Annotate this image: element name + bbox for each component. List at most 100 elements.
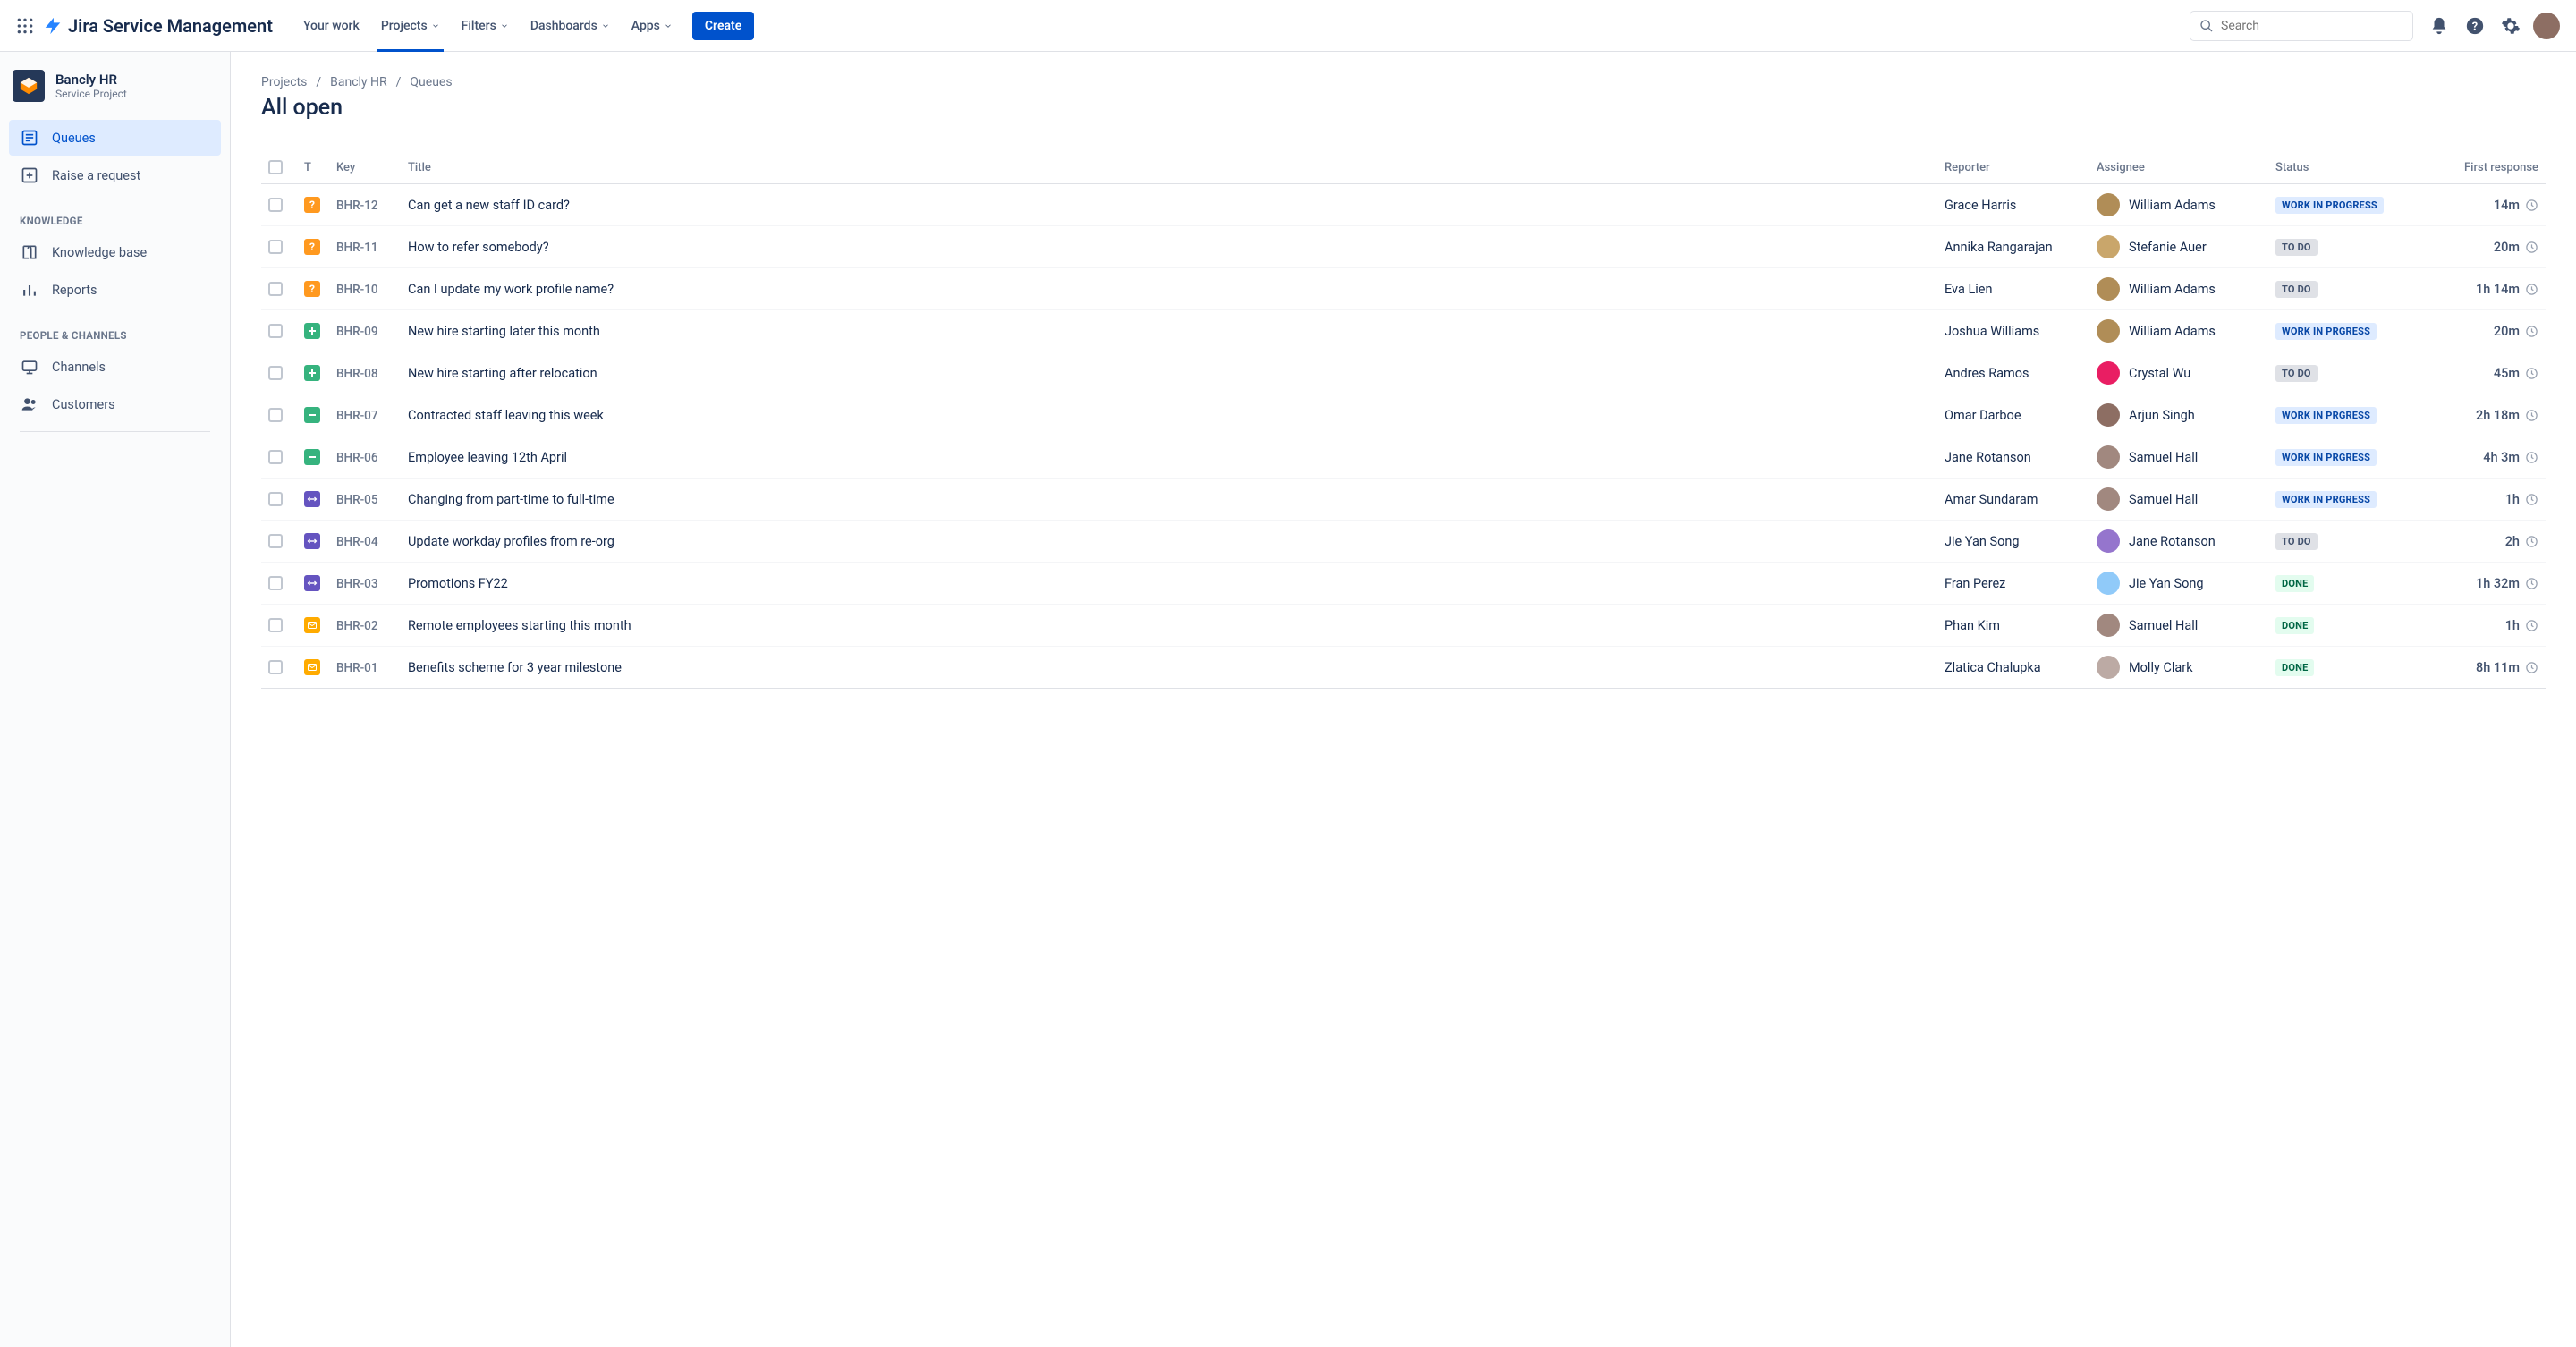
status-badge[interactable]: TO DO xyxy=(2275,533,2318,550)
status-badge[interactable]: WORK IN PRGRESS xyxy=(2275,407,2377,424)
column-header[interactable]: Reporter xyxy=(1937,151,2089,184)
column-header[interactable]: T xyxy=(297,151,329,184)
table-row[interactable]: ?BHR-12Can get a new staff ID card?Grace… xyxy=(261,184,2546,226)
table-row[interactable]: ?BHR-11How to refer somebody?Annika Rang… xyxy=(261,226,2546,268)
issue-key[interactable]: BHR-08 xyxy=(336,367,378,381)
assignee-avatar xyxy=(2097,487,2120,511)
sidebar-item-channels[interactable]: Channels xyxy=(9,349,221,385)
column-header[interactable]: Status xyxy=(2268,151,2429,184)
status-badge[interactable]: WORK IN PRGRESS xyxy=(2275,449,2377,466)
issue-title[interactable]: Benefits scheme for 3 year milestone xyxy=(401,647,1937,689)
issue-key[interactable]: BHR-02 xyxy=(336,619,378,633)
issue-key[interactable]: BHR-01 xyxy=(336,661,378,675)
status-badge[interactable]: TO DO xyxy=(2275,239,2318,256)
nav-item-dashboards[interactable]: Dashboards xyxy=(521,1,619,51)
select-all-checkbox[interactable] xyxy=(268,160,283,174)
sidebar-item-reports[interactable]: Reports xyxy=(9,272,221,308)
project-header[interactable]: Bancly HR Service Project xyxy=(9,70,221,120)
status-badge[interactable]: DONE xyxy=(2275,575,2314,592)
row-checkbox[interactable] xyxy=(268,198,283,212)
row-checkbox[interactable] xyxy=(268,282,283,296)
status-badge[interactable]: DONE xyxy=(2275,659,2314,676)
column-header[interactable]: Assignee xyxy=(2089,151,2268,184)
status-badge[interactable]: TO DO xyxy=(2275,281,2318,298)
issue-key[interactable]: BHR-11 xyxy=(336,241,378,255)
sidebar-item-raise-a-request[interactable]: Raise a request xyxy=(9,157,221,193)
status-badge[interactable]: TO DO xyxy=(2275,365,2318,382)
sidebar-item-queues[interactable]: Queues xyxy=(9,120,221,156)
issue-key[interactable]: BHR-05 xyxy=(336,493,378,507)
column-header[interactable] xyxy=(261,151,297,184)
column-header[interactable]: Title xyxy=(401,151,1937,184)
table-row[interactable]: BHR-08 New hire starting after relocation… xyxy=(261,352,2546,394)
breadcrumb-link[interactable]: Projects xyxy=(261,75,307,89)
issue-type-minus-icon xyxy=(304,449,320,465)
status-badge[interactable]: WORK IN PROGRESS xyxy=(2275,197,2384,214)
table-row[interactable]: BHR-01 Benefits scheme for 3 year milesto… xyxy=(261,647,2546,689)
issue-key[interactable]: BHR-09 xyxy=(336,325,378,339)
nav-item-filters[interactable]: Filters xyxy=(453,1,518,51)
issue-title[interactable]: Can I update my work profile name? xyxy=(401,268,1937,310)
status-badge[interactable]: WORK IN PRGRESS xyxy=(2275,323,2377,340)
sidebar-item-knowledge-base[interactable]: Knowledge base xyxy=(9,234,221,270)
row-checkbox[interactable] xyxy=(268,366,283,380)
search-box[interactable] xyxy=(2190,11,2413,41)
issue-key[interactable]: BHR-12 xyxy=(336,199,378,213)
status-badge[interactable]: DONE xyxy=(2275,617,2314,634)
breadcrumb-link[interactable]: Queues xyxy=(410,75,452,89)
row-checkbox[interactable] xyxy=(268,240,283,254)
issue-title[interactable]: How to refer somebody? xyxy=(401,226,1937,268)
notifications-icon[interactable] xyxy=(2424,11,2454,41)
nav-item-apps[interactable]: Apps xyxy=(623,1,682,51)
issue-key[interactable]: BHR-03 xyxy=(336,577,378,591)
issue-key[interactable]: BHR-06 xyxy=(336,451,378,465)
table-row[interactable]: BHR-04 Update workday profiles from re-or… xyxy=(261,521,2546,563)
nav-item-projects[interactable]: Projects xyxy=(372,1,449,51)
nav-item-label: Your work xyxy=(303,6,360,46)
issue-key[interactable]: BHR-10 xyxy=(336,283,378,297)
row-checkbox[interactable] xyxy=(268,576,283,590)
issue-title[interactable]: Remote employees starting this month xyxy=(401,605,1937,647)
column-header[interactable]: Key xyxy=(329,151,401,184)
app-switcher-icon[interactable] xyxy=(14,15,36,37)
issue-title[interactable]: Promotions FY22 xyxy=(401,563,1937,605)
table-row[interactable]: BHR-09 New hire starting later this month… xyxy=(261,310,2546,352)
issue-title[interactable]: Can get a new staff ID card? xyxy=(401,184,1937,226)
reporter-name: Omar Darboe xyxy=(1937,394,2089,436)
issue-title[interactable]: Update workday profiles from re-org xyxy=(401,521,1937,563)
nav-item-your-work[interactable]: Your work xyxy=(294,1,369,51)
row-checkbox[interactable] xyxy=(268,618,283,632)
column-header[interactable]: First response xyxy=(2429,151,2546,184)
search-input[interactable] xyxy=(2221,19,2403,33)
avatar-icon xyxy=(2533,13,2560,39)
settings-icon[interactable] xyxy=(2496,11,2526,41)
issue-title[interactable]: New hire starting after relocation xyxy=(401,352,1937,394)
row-checkbox[interactable] xyxy=(268,324,283,338)
table-row[interactable]: BHR-07 Contracted staff leaving this week… xyxy=(261,394,2546,436)
row-checkbox[interactable] xyxy=(268,660,283,674)
nav-item-label: Apps xyxy=(631,6,660,46)
row-checkbox[interactable] xyxy=(268,450,283,464)
row-checkbox[interactable] xyxy=(268,534,283,548)
user-avatar[interactable] xyxy=(2531,11,2562,41)
issue-key[interactable]: BHR-07 xyxy=(336,409,378,423)
issue-key[interactable]: BHR-04 xyxy=(336,535,378,549)
issue-title[interactable]: Contracted staff leaving this week xyxy=(401,394,1937,436)
table-row[interactable]: ?BHR-10Can I update my work profile name… xyxy=(261,268,2546,310)
table-row[interactable]: BHR-05 Changing from part-time to full-ti… xyxy=(261,479,2546,521)
sidebar-item-customers[interactable]: Customers xyxy=(9,386,221,422)
table-row[interactable]: BHR-02 Remote employees starting this mon… xyxy=(261,605,2546,647)
row-checkbox[interactable] xyxy=(268,492,283,506)
issue-title[interactable]: New hire starting later this month xyxy=(401,310,1937,352)
create-button[interactable]: Create xyxy=(692,12,754,40)
help-icon[interactable]: ? xyxy=(2460,11,2490,41)
issue-title[interactable]: Employee leaving 12th April xyxy=(401,436,1937,479)
table-row[interactable]: BHR-06Employee leaving 12th AprilJane Ro… xyxy=(261,436,2546,479)
status-badge[interactable]: WORK IN PRGRESS xyxy=(2275,491,2377,508)
table-row[interactable]: BHR-03Promotions FY22Fran PerezJie Yan S… xyxy=(261,563,2546,605)
product-logo[interactable]: Jira Service Management xyxy=(43,15,273,37)
breadcrumb-link[interactable]: Bancly HR xyxy=(330,75,387,89)
issue-title[interactable]: Changing from part-time to full-time xyxy=(401,479,1937,521)
row-checkbox[interactable] xyxy=(268,408,283,422)
reporter-name: Zlatica Chalupka xyxy=(1937,647,2089,689)
